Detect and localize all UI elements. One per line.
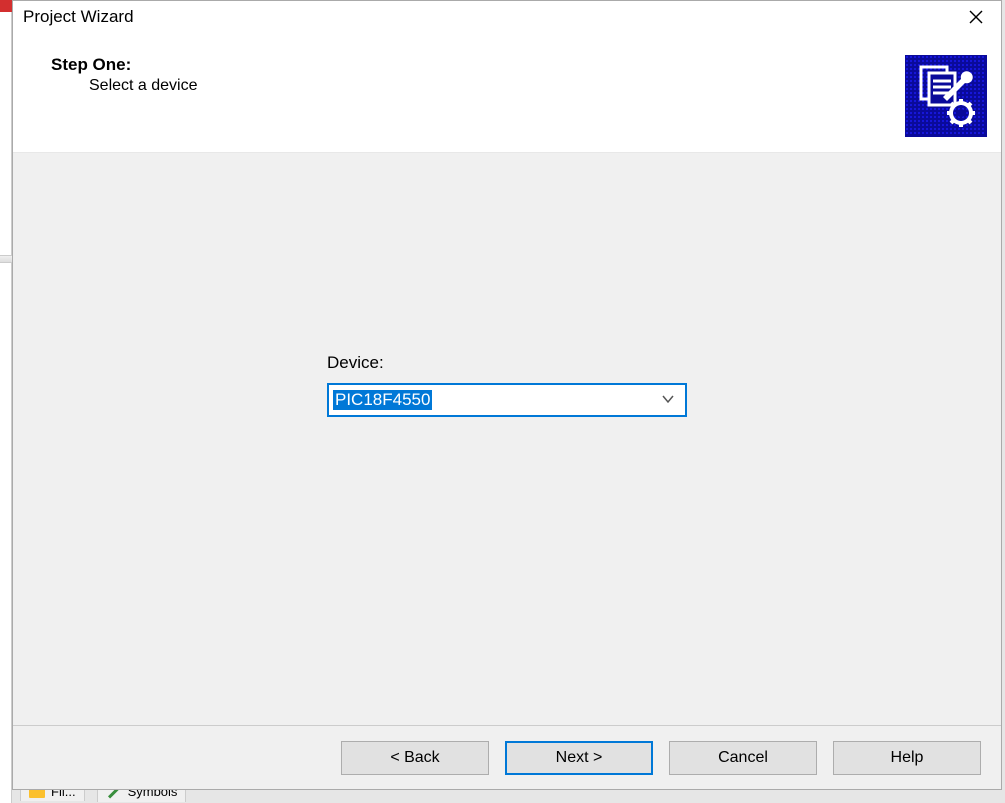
document-wrench-gear-icon bbox=[913, 63, 979, 129]
device-label: Device: bbox=[327, 353, 384, 373]
step-title: Step One: bbox=[51, 55, 198, 75]
background-window-edge bbox=[0, 0, 12, 803]
step-heading-block: Step One: Select a device bbox=[51, 55, 198, 95]
step-subtitle: Select a device bbox=[51, 77, 198, 95]
wizard-icon bbox=[905, 55, 987, 137]
dialog-title: Project Wizard bbox=[23, 7, 134, 27]
help-button[interactable]: Help bbox=[833, 741, 981, 775]
wizard-footer: < Back Next > Cancel Help bbox=[13, 725, 1001, 789]
back-button[interactable]: < Back bbox=[341, 741, 489, 775]
project-wizard-dialog: Project Wizard Step One: Select a device bbox=[12, 0, 1002, 790]
device-selected-value: PIC18F4550 bbox=[333, 390, 432, 410]
device-combobox[interactable]: PIC18F4550 bbox=[327, 383, 687, 417]
close-button[interactable] bbox=[951, 1, 1001, 33]
app-icon-fragment bbox=[0, 0, 12, 12]
next-button[interactable]: Next > bbox=[505, 741, 653, 775]
cancel-button[interactable]: Cancel bbox=[669, 741, 817, 775]
background-divider bbox=[0, 255, 12, 263]
close-icon bbox=[969, 10, 983, 24]
device-field: Device: PIC18F4550 bbox=[327, 353, 687, 417]
wizard-content: Device: PIC18F4550 bbox=[13, 152, 1001, 725]
wizard-header: Step One: Select a device bbox=[13, 37, 1001, 151]
chevron-down-icon bbox=[661, 392, 675, 409]
dialog-titlebar: Project Wizard bbox=[13, 1, 1001, 37]
